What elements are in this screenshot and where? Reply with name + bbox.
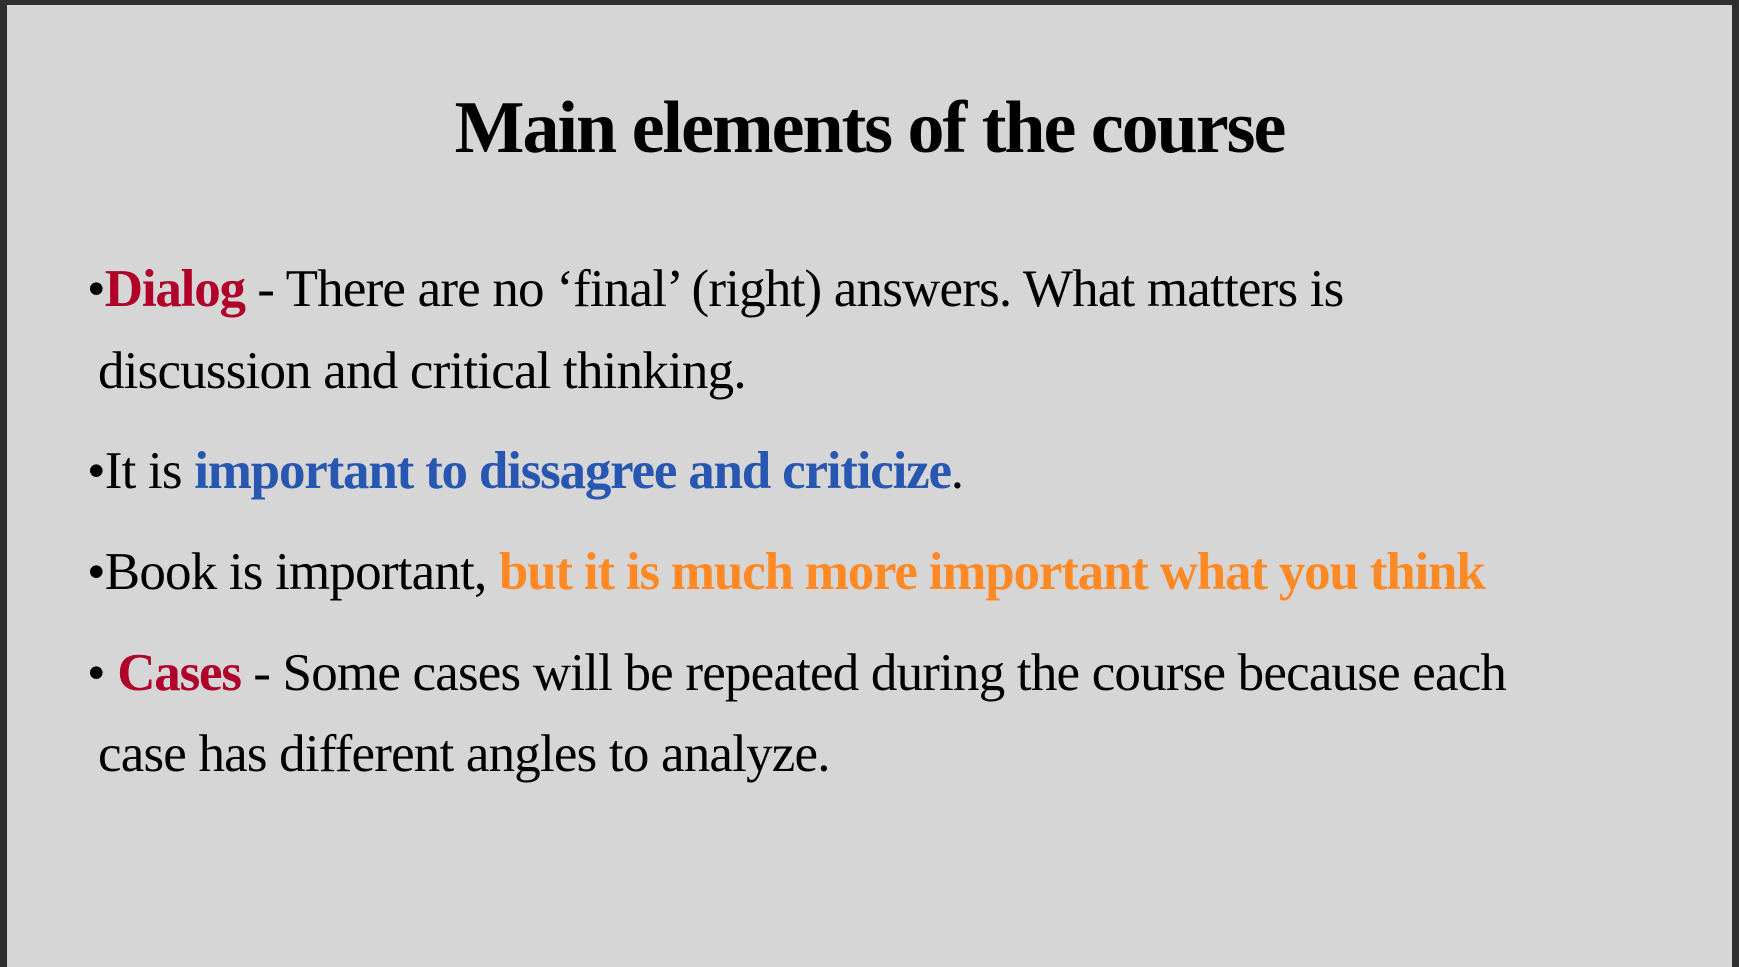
- bullet-marker: •: [87, 543, 106, 601]
- bullet-dialog-continuation: discussion and critical thinking.: [98, 342, 747, 400]
- highlight-dialog: Dialog: [104, 260, 246, 318]
- bullet-prefix: It is: [104, 442, 195, 500]
- slide: Main elements of the course •Dialog - Th…: [7, 5, 1732, 967]
- bullet-text: - Some cases will be repeated during the…: [240, 644, 1507, 702]
- bullet-disagree: •It is important to dissagree and critic…: [87, 439, 964, 503]
- bullet-text: - There are no ‘final’ (right) answers. …: [244, 260, 1344, 318]
- bullet-marker: •: [87, 644, 118, 702]
- bullet-marker: •: [87, 442, 106, 500]
- bullet-marker: •: [87, 260, 106, 318]
- bullet-prefix: Book is important,: [104, 543, 499, 601]
- bullet-cases-continuation: case has different angles to analyze.: [98, 725, 830, 783]
- bullet-dialog: •Dialog - There are no ‘final’ (right) a…: [87, 257, 1344, 321]
- highlight-disagree: important to dissagree and criticize: [194, 442, 952, 500]
- bullet-cases: • Cases - Some cases will be repeated du…: [87, 641, 1507, 705]
- highlight-think: but it is much more important what you t…: [498, 543, 1486, 601]
- bullet-book: •Book is important, but it is much more …: [87, 540, 1486, 604]
- highlight-cases: Cases: [117, 644, 242, 702]
- slide-title: Main elements of the course: [454, 87, 1287, 169]
- bullet-suffix: .: [950, 442, 964, 500]
